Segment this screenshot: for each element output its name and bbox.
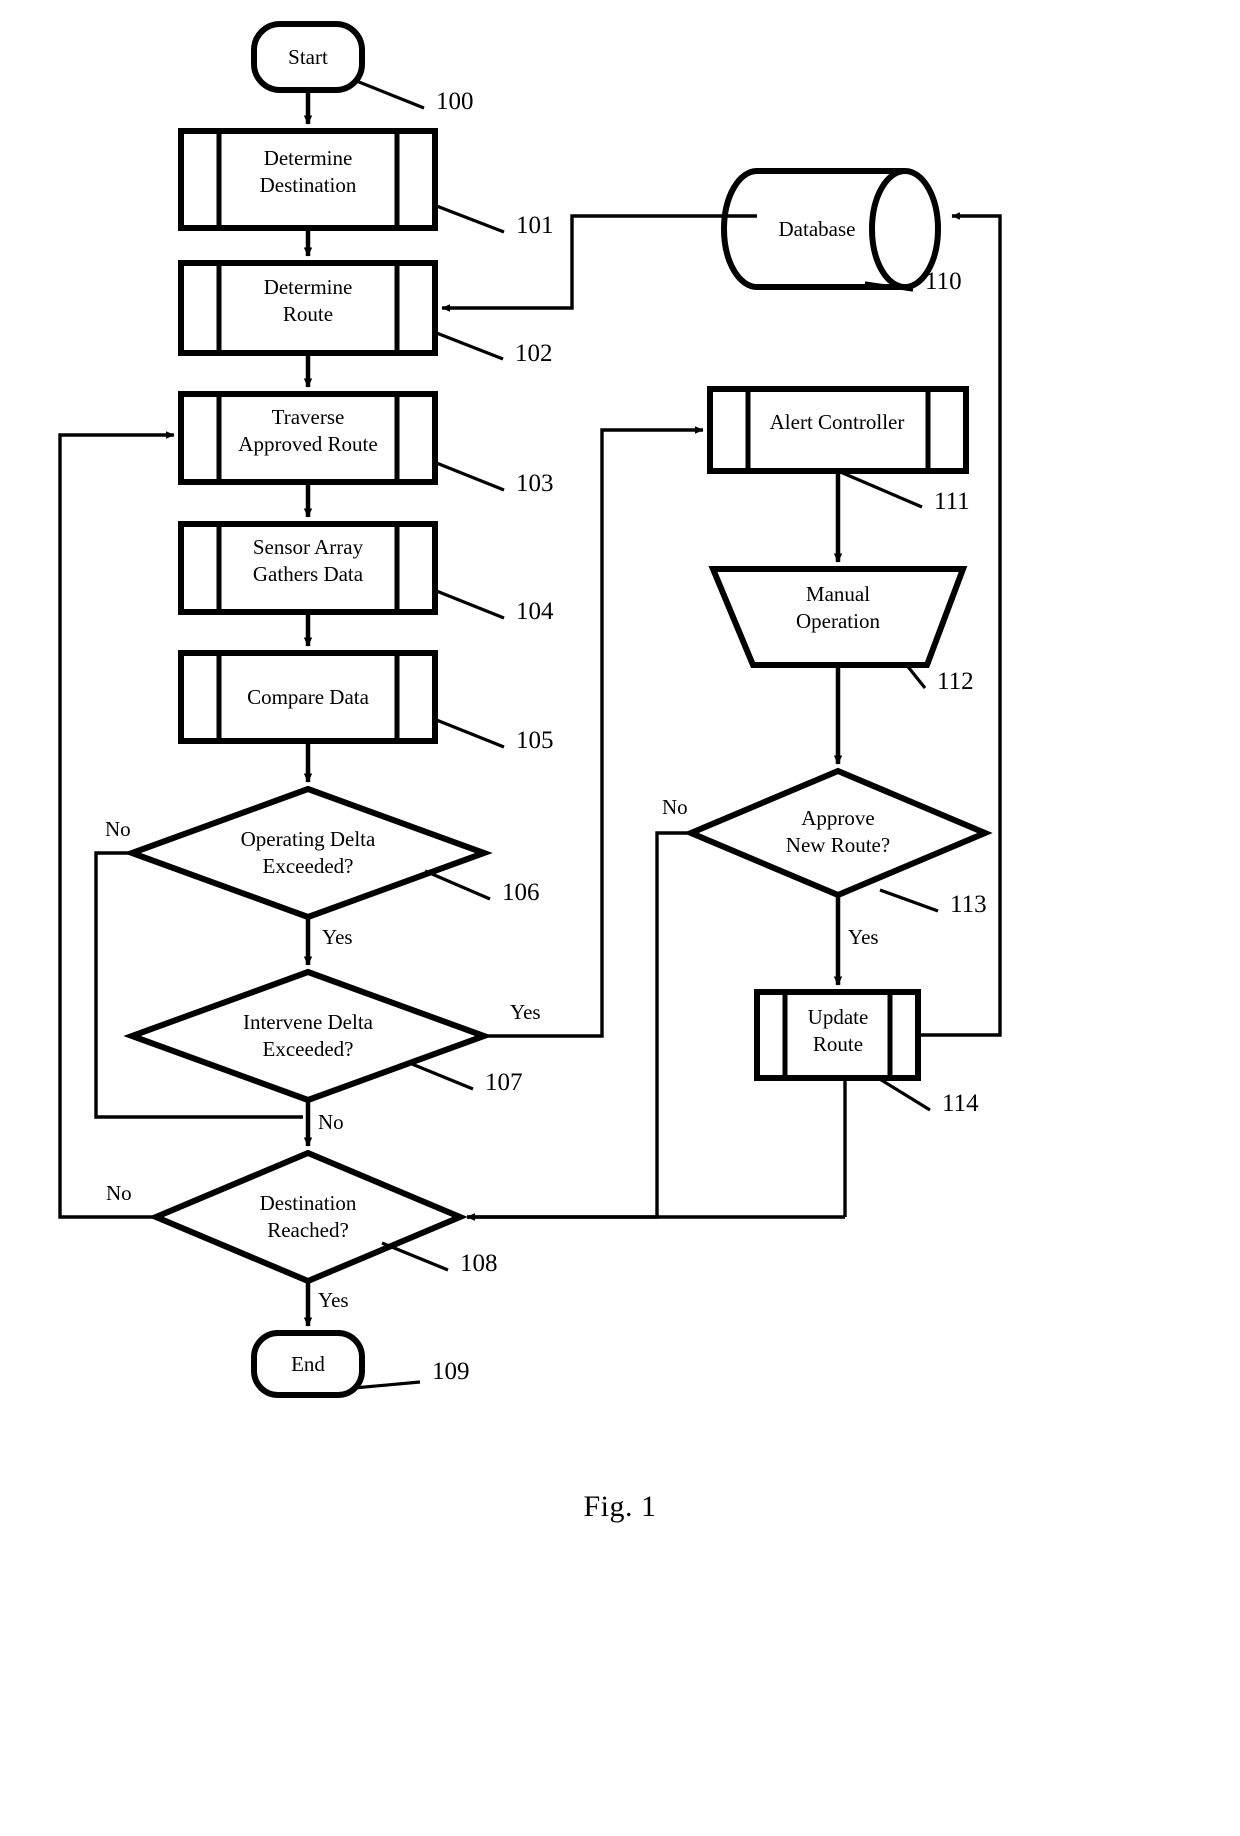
ref-numeral-106: 106 bbox=[502, 879, 540, 906]
ref-numeral-100: 100 bbox=[436, 88, 474, 115]
ref-numeral-112: 112 bbox=[937, 668, 974, 695]
ref-numeral-102: 102 bbox=[515, 340, 553, 367]
edge-label-113-yes: Yes bbox=[848, 925, 879, 949]
ref-numeral-111: 111 bbox=[934, 488, 970, 515]
ref-numeral-103: 103 bbox=[516, 470, 554, 497]
node-shape-manual-operation bbox=[708, 566, 968, 668]
node-shape-alert-controller bbox=[707, 386, 969, 474]
edge-label-113-no: No bbox=[662, 795, 688, 819]
figure-caption: Fig. 1 bbox=[583, 1490, 657, 1523]
edge-label-106-yes: Yes bbox=[322, 925, 353, 949]
node-shape-destination-reached bbox=[148, 1149, 468, 1285]
node-shape-database bbox=[721, 168, 941, 290]
edge-label-108-yes: Yes bbox=[318, 1288, 349, 1312]
node-shape-start bbox=[251, 21, 365, 93]
node-shape-end bbox=[251, 1330, 365, 1398]
ref-numeral-109: 109 bbox=[432, 1358, 470, 1385]
node-shape-traverse-approved-route bbox=[178, 391, 438, 485]
edge-label-107-yes: Yes bbox=[510, 1000, 541, 1024]
ref-numeral-107: 107 bbox=[485, 1069, 523, 1096]
ref-numeral-110: 110 bbox=[925, 268, 962, 295]
node-shape-operating-delta bbox=[123, 785, 493, 921]
flowchart-graphics bbox=[58, 21, 1002, 1398]
node-shape-approve-new-route bbox=[683, 767, 993, 899]
node-shape-update-route bbox=[754, 989, 921, 1081]
ref-numeral-105: 105 bbox=[516, 727, 554, 754]
node-shape-determine-destination bbox=[178, 128, 438, 231]
ref-numeral-114: 114 bbox=[942, 1090, 979, 1117]
node-shape-determine-route bbox=[178, 260, 438, 356]
node-shape-sensor-array-gathers-data bbox=[178, 521, 438, 615]
node-shape-intervene-delta bbox=[123, 968, 493, 1104]
ref-numeral-104: 104 bbox=[516, 598, 554, 625]
edge-label-108-no: No bbox=[106, 1181, 132, 1205]
ref-numeral-108: 108 bbox=[460, 1250, 498, 1277]
ref-numeral-113: 113 bbox=[950, 891, 987, 918]
edge-label-106-no: No bbox=[105, 817, 131, 841]
ref-numeral-101: 101 bbox=[516, 212, 554, 239]
node-shape-compare-data bbox=[178, 650, 438, 744]
edge-label-107-no: No bbox=[318, 1110, 344, 1134]
figure-canvas: Start Determine Destination Determine Ro… bbox=[0, 0, 1240, 1836]
